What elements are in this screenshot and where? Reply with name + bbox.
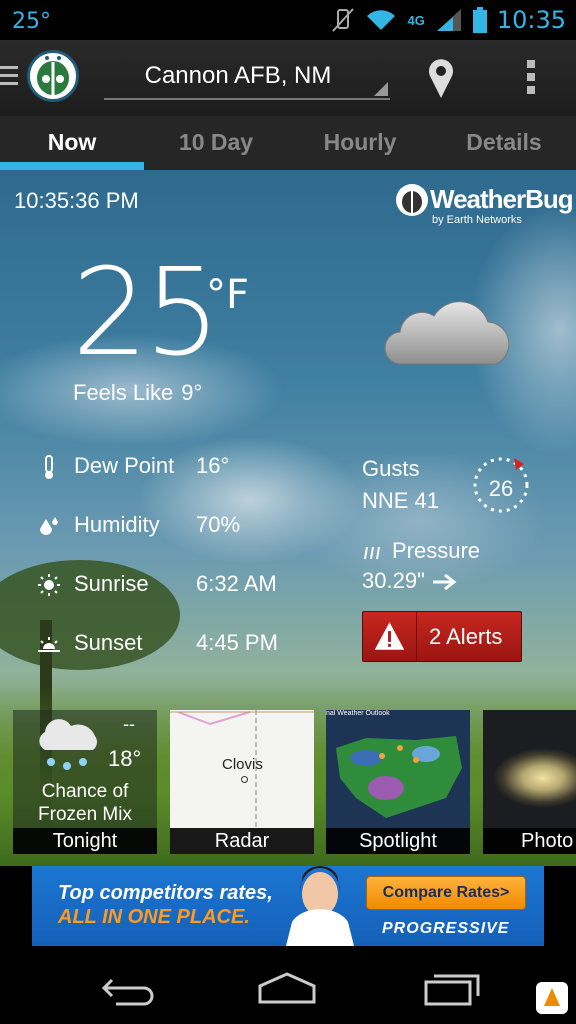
current-temperature: 25 — [72, 244, 221, 383]
sunset-label: Sunset — [74, 630, 143, 655]
pressure-value-row: 30.29" — [362, 568, 457, 594]
wifi-icon — [367, 10, 396, 30]
ad-subheadline: ALL IN ONE PLACE. — [58, 906, 250, 928]
humidity-value: 70% — [196, 512, 241, 537]
observation-time: 10:35:36 PM — [14, 188, 139, 213]
status-temperature: 25° — [12, 9, 51, 34]
dew-point-label: Dew Point — [74, 453, 175, 478]
radar-card[interactable]: Clovis Radar — [170, 710, 314, 854]
location-pin-icon[interactable] — [424, 56, 458, 100]
sunrise-row: Sunrise 6:32 AM — [36, 570, 316, 600]
radar-city: Clovis — [222, 756, 263, 773]
pressure-icon — [364, 547, 380, 560]
overflow-menu-icon[interactable] — [518, 60, 544, 96]
pressure-value: 30.29" — [362, 568, 425, 593]
thermometer-icon — [45, 455, 53, 479]
tab-10-day[interactable]: 10 Day — [144, 116, 288, 170]
dropdown-triangle-icon — [374, 82, 388, 96]
sunset-row: Sunset 4:45 PM — [36, 629, 316, 659]
sunrise-label: Sunrise — [74, 571, 149, 596]
radar-city-marker — [241, 776, 248, 783]
alerts-label: 2 Alerts — [429, 624, 503, 649]
pressure-label: Pressure — [392, 538, 481, 563]
tab-details[interactable]: Details — [432, 116, 576, 170]
temperature-unit: °F — [206, 272, 250, 318]
tab-now[interactable]: Now — [0, 116, 144, 170]
dew-point-value: 16° — [196, 453, 230, 478]
radar-label: Radar — [170, 828, 314, 854]
back-icon[interactable] — [96, 968, 166, 1008]
warning-icon — [374, 612, 417, 661]
cloudy-icon — [384, 301, 510, 365]
sunset-value: 4:45 PM — [196, 630, 278, 655]
battery-icon — [472, 7, 487, 33]
current-conditions-panel: 10:35:36 PM WeatherBug by Earth Networks… — [0, 170, 576, 866]
app-logo[interactable] — [27, 50, 79, 102]
recent-apps-icon[interactable] — [416, 968, 486, 1008]
photo-card[interactable]: Photo — [483, 710, 576, 854]
compare-rates-button[interactable]: Compare Rates> — [366, 876, 526, 910]
tab-hourly[interactable]: Hourly — [288, 116, 432, 170]
ad-banner[interactable]: Top competitors rates, ALL IN ONE PLACE.… — [32, 866, 544, 946]
ad-person-image — [286, 866, 354, 946]
location-name: Cannon AFB, NM — [144, 62, 332, 89]
spotlight-label: Spotlight — [326, 828, 470, 854]
feels-like-label: Feels Like — [73, 380, 174, 405]
wind-speed: 26 — [488, 476, 514, 501]
vibrate-off-icon — [332, 8, 355, 32]
weatherbug-logo-icon — [396, 184, 428, 216]
status-time: 10:35 — [496, 6, 566, 34]
location-selector[interactable]: Cannon AFB, NM — [104, 54, 390, 100]
weather-outlook-map — [336, 736, 462, 818]
humidity-row: Humidity 70% — [36, 511, 316, 541]
notification-app-icon[interactable] — [536, 982, 568, 1014]
ad-brand: PROGRESSIVE — [382, 920, 510, 937]
alerts-button[interactable]: 2 Alerts — [362, 611, 522, 662]
gusts-label: Gusts — [362, 456, 420, 481]
tonight-high: -- — [123, 714, 135, 734]
feels-like-value: 9° — [181, 380, 203, 405]
gusts-value: NNE 41 — [362, 488, 440, 513]
photo-label: Photo — [483, 828, 576, 854]
sunrise-icon — [38, 574, 60, 596]
tonight-low: 18° — [108, 746, 142, 771]
tonight-label: Tonight — [13, 828, 157, 854]
system-nav-bar — [0, 946, 576, 1024]
droplets-icon — [40, 517, 58, 535]
frozen-mix-icon — [39, 719, 97, 770]
drawer-menu-icon[interactable] — [0, 66, 18, 88]
sunrise-value: 6:32 AM — [196, 571, 277, 596]
weatherbug-brand: WeatherBug by Earth Networks — [396, 184, 574, 232]
status-bar: 25° 4G 10:35 — [0, 0, 576, 40]
sunset-icon — [38, 637, 60, 652]
home-icon[interactable] — [252, 968, 322, 1008]
brand-subtitle: by Earth Networks — [432, 214, 522, 226]
tonight-card[interactable]: -- 18° Chance of Frozen Mix Tonight — [13, 710, 157, 854]
action-bar: Cannon AFB, NM — [0, 40, 576, 116]
arrow-right-icon — [433, 574, 457, 591]
pressure-row: Pressure — [362, 538, 480, 564]
tonight-condition: Chance of Frozen Mix — [38, 781, 132, 825]
spotlight-title: nal Weather Outlook — [326, 710, 390, 717]
feels-like: Feels Like 9° — [73, 380, 202, 406]
signal-icon — [436, 9, 461, 31]
dew-point-row: Dew Point 16° — [36, 452, 316, 482]
humidity-label: Humidity — [74, 512, 160, 537]
spotlight-card[interactable]: nal Weather Outlook Spotlight — [326, 710, 470, 854]
brand-name: WeatherBug — [430, 184, 574, 214]
network-type: 4G — [407, 12, 425, 28]
ad-headline: Top competitors rates, — [58, 882, 273, 904]
tab-bar: Now 10 Day Hourly Details — [0, 116, 576, 170]
